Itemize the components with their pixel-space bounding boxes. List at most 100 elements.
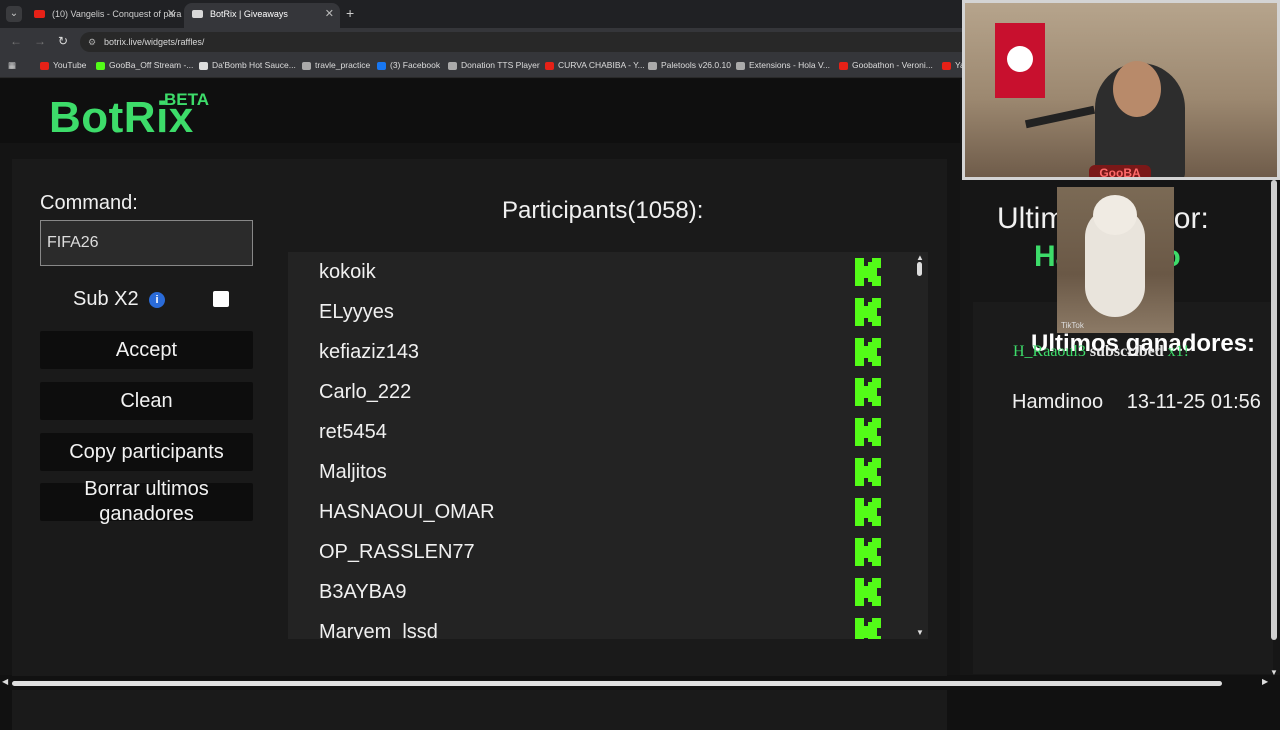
bookmark-facebook[interactable]: (3) Facebook [377,60,440,70]
clear-winners-button[interactable]: Borrar ultimos ganadores [40,478,253,525]
command-label: Command: [40,192,138,214]
back-icon[interactable]: ← [10,34,22,48]
reload-icon[interactable]: ↻ [58,34,68,48]
url-input[interactable]: ⚙ botrix.live/widgets/raffles/ [80,32,980,52]
tab-title: (10) Vangelis - Conquest of para [52,9,182,19]
globe-icon [448,62,457,70]
kick-icon [855,458,881,486]
sub-x2-label: Sub X2 [73,288,139,310]
scroll-down-icon[interactable]: ▼ [916,628,924,637]
kick-icon [855,498,881,526]
scroll-left-icon[interactable]: ◀ [2,677,8,686]
forward-icon[interactable]: → [34,34,46,48]
header: BotRix BETA [0,79,960,143]
command-input[interactable] [40,220,253,266]
close-icon[interactable]: ✕ [325,3,334,25]
facebook-icon [377,62,386,70]
bookmark-paletools[interactable]: Paletools v26.0.10 [648,60,731,70]
page-icon [199,62,208,70]
accept-button[interactable]: Accept [40,331,253,369]
history-date: 13-11-25 01:56 [1126,391,1261,413]
tab-title: BotRix | Giveaways [210,9,288,19]
bookmark-dabomb[interactable]: Da'Bomb Hot Sauce... [199,60,296,70]
participant-row: Maljitos [288,452,908,492]
botrix-icon [192,10,203,18]
kick-icon [96,62,105,70]
bookmark-gooba[interactable]: GooBa_Off Stream -... [96,60,193,70]
participants-list[interactable]: kokoik ELyyyes kefiaziz143 Carlo_222 ret5454… [288,252,928,639]
tab-search-icon[interactable]: ⌄ [6,6,22,22]
history-name: Hamdinoo [1012,391,1104,413]
globe-icon [648,62,657,70]
youtube-icon [545,62,554,70]
site-info-icon[interactable]: ⚙ [88,32,96,52]
bookmark-extensions[interactable]: Extensions - Hola V... [736,60,830,70]
close-icon[interactable]: ✕ [167,3,176,25]
tiktok-video-overlay: TikTok [1057,187,1174,333]
winner-history-row: Hamdinoo 13-11-25 01:56 [1012,391,1261,414]
tab-botrix[interactable]: BotRix | Giveaways ✕ [184,3,340,28]
tunisia-flag-image [995,23,1045,98]
participants-title: Participants(1058): [502,197,704,224]
tab-youtube[interactable]: (10) Vangelis - Conquest of para ✕ [26,3,182,28]
kick-icon [855,378,881,406]
scroll-up-icon[interactable]: ▲ [916,253,924,262]
participant-name: ELyyyes [319,301,394,323]
participant-row: kokoik [288,252,908,292]
scroll-right-icon[interactable]: ▶ [1262,677,1268,686]
url-text: botrix.live/widgets/raffles/ [104,37,205,47]
participant-name: kokoik [319,261,376,283]
youtube-icon [839,62,848,70]
bookmark-donation[interactable]: Donation TTS Player [448,60,540,70]
youtube-icon [40,62,49,70]
bookmark-youtube[interactable]: YouTube [40,60,86,70]
kick-icon [855,618,881,639]
youtube-icon [34,10,45,18]
bookmark-curva[interactable]: CURVA CHABIBA - Y... [545,60,645,70]
streamer-head-image [1113,61,1161,117]
globe-icon [302,62,311,70]
webcam-overlay: GooBA [962,0,1280,180]
copy-participants-button[interactable]: Copy participants [40,433,253,471]
microphone-image [1024,105,1096,129]
kick-icon [855,298,881,326]
kick-icon [855,578,881,606]
page-scroll-down-icon[interactable]: ▼ [1270,668,1278,677]
webcam-badge: GooBA [1089,165,1151,177]
participant-row: ELyyyes [288,292,908,332]
participant-row: ret5454 [288,412,908,452]
participant-name: B3AYBA9 [319,581,407,603]
bookmark-travle[interactable]: travle_practice [302,60,370,70]
sub-x2-checkbox[interactable] [213,291,229,307]
scrollbar-thumb[interactable] [917,262,922,276]
participant-name: OP_RASSLEN77 [319,541,475,563]
participant-row: HASNAOUI_OMAR [288,492,908,532]
clean-button[interactable]: Clean [40,382,253,420]
participant-name: Carlo_222 [319,381,412,403]
participant-name: HASNAOUI_OMAR [319,501,495,523]
horizontal-scroll-thumb[interactable] [12,681,1222,686]
participant-row: B3AYBA9 [288,572,908,612]
participant-row: OP_RASSLEN77 [288,532,908,572]
participant-name: kefiaziz143 [319,341,420,363]
new-tab-icon[interactable]: + [346,5,354,21]
participant-name: Maryem_lssd [319,621,438,639]
participant-row: Carlo_222 [288,372,908,412]
kick-icon [855,418,881,446]
tiktok-watermark: TikTok [1061,321,1084,330]
participant-name: ret5454 [319,421,387,443]
kick-icon [855,258,881,286]
participant-row: Maryem_lssd [288,612,908,639]
page-scroll-thumb[interactable] [1271,180,1277,640]
sub-notification: H_Raaoul3 subscribed x1! [1013,343,1189,360]
info-icon[interactable]: i [149,292,165,308]
bookmark-goobathon[interactable]: Goobathon - Veroni... [839,60,933,70]
participant-name: Maljitos [319,461,387,483]
youtube-icon [942,62,951,70]
kick-icon [855,338,881,366]
puzzle-icon [736,62,745,70]
apps-icon[interactable]: ▦ [8,60,16,71]
beta-badge: BETA [164,90,210,109]
kick-icon [855,538,881,566]
bear-head-image [1093,195,1137,235]
